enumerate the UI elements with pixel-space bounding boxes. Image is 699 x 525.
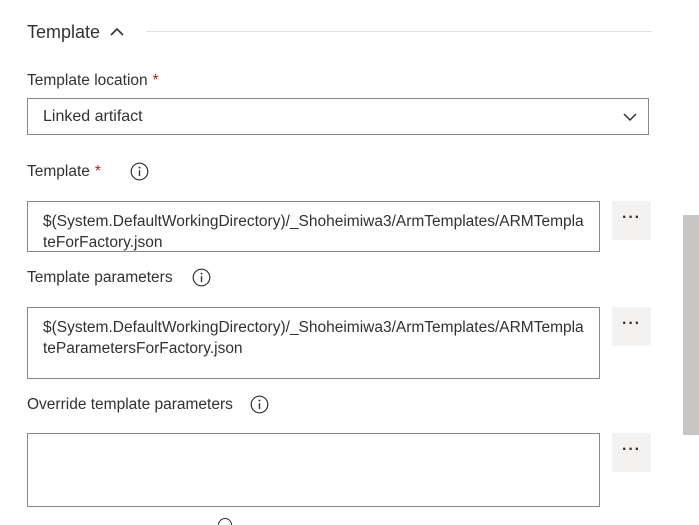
template-parameters-label-text: Template parameters xyxy=(27,268,173,286)
template-parameters-label: Template parameters xyxy=(27,268,211,287)
section-divider xyxy=(146,31,652,32)
release-task-panel: Template Template location * Linked arti… xyxy=(0,0,699,525)
template-location-label-text: Template location xyxy=(27,72,148,89)
more-label: ··· xyxy=(622,208,641,226)
template-parameters-input[interactable]: $(System.DefaultWorkingDirectory)/_Shohe… xyxy=(27,307,600,379)
template-location-selected-value: Linked artifact xyxy=(43,107,143,125)
template-section-header[interactable]: Template xyxy=(27,18,652,46)
scrollbar-thumb[interactable] xyxy=(683,215,699,435)
chevron-down-icon[interactable] xyxy=(622,109,638,125)
template-location-label: Template location * xyxy=(27,72,159,90)
required-marker: * xyxy=(152,72,159,89)
template-path-input[interactable]: $(System.DefaultWorkingDirectory)/_Shohe… xyxy=(27,201,600,252)
section-title: Template xyxy=(27,21,101,42)
template-label-text: Template xyxy=(27,162,90,180)
template-parameters-browse-button[interactable]: ··· xyxy=(612,307,651,346)
required-marker: * xyxy=(94,162,101,180)
info-icon[interactable] xyxy=(130,162,149,181)
more-label: ··· xyxy=(622,314,641,332)
info-icon[interactable] xyxy=(250,395,269,414)
info-icon[interactable] xyxy=(218,518,232,525)
info-icon[interactable] xyxy=(192,268,211,287)
override-parameters-input[interactable] xyxy=(27,433,600,507)
override-parameters-label: Override template parameters xyxy=(27,395,269,414)
template-path-value: $(System.DefaultWorkingDirectory)/_Shohe… xyxy=(43,213,584,251)
template-label: Template * xyxy=(27,162,149,181)
template-location-dropdown[interactable]: Linked artifact xyxy=(27,98,649,135)
override-parameters-label-text: Override template parameters xyxy=(27,395,233,413)
override-parameters-edit-button[interactable]: ··· xyxy=(612,433,651,472)
template-parameters-value: $(System.DefaultWorkingDirectory)/_Shohe… xyxy=(43,319,584,357)
more-label: ··· xyxy=(622,440,641,458)
template-browse-button[interactable]: ··· xyxy=(612,201,651,240)
chevron-up-icon[interactable] xyxy=(110,25,124,39)
